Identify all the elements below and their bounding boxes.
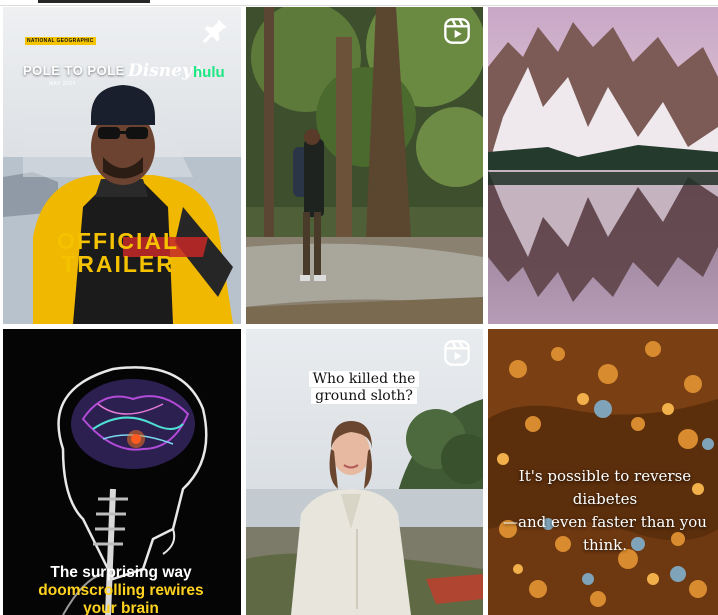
caption-line-highlight: your brain <box>83 600 159 615</box>
caption-line: —and even faster than you think. <box>503 513 707 554</box>
caption-line-text: Who killed the <box>308 371 420 387</box>
tab-divider <box>0 5 718 6</box>
reels-icon <box>444 340 470 366</box>
reel-badge <box>443 17 471 45</box>
caption-line-text: ground sloth? <box>311 388 417 404</box>
post-tile-mountain-lake[interactable] <box>488 7 718 324</box>
post-tile-doomscrolling-brain[interactable]: The surprising way doomscrolling rewires… <box>3 329 241 615</box>
posts-grid: NATIONAL GEOGRAPHIC POLE TO POLE MAY 202… <box>3 7 718 615</box>
headline-line: OFFICIAL <box>57 228 180 254</box>
caption-overlay: It's possible to reverse diabetes —and e… <box>488 465 718 557</box>
caption-line: The surprising way <box>50 564 192 581</box>
brand-logo-text: NATIONAL GEOGRAPHIC <box>25 37 96 45</box>
show-title: POLE TO POLE <box>23 63 125 78</box>
network-logo-hulu: hulu <box>193 64 225 81</box>
post-thumbnail <box>246 7 483 324</box>
caption-line: Who killed the <box>246 371 482 388</box>
caption-line: ground sloth? <box>246 388 482 405</box>
caption-line: It's possible to reverse diabetes <box>518 467 692 508</box>
headline-line: TRAILER <box>61 251 175 277</box>
caption-line-highlight: doomscrolling rewires <box>38 582 204 599</box>
tab-posts-active-indicator[interactable] <box>38 0 150 3</box>
post-tile-diabetes-cells[interactable]: It's possible to reverse diabetes —and e… <box>488 329 718 615</box>
reel-badge <box>443 339 471 367</box>
post-thumbnail <box>488 7 718 324</box>
pin-icon <box>203 19 227 43</box>
post-tile-ground-sloth-reel[interactable]: Who killed the ground sloth? <box>246 329 483 615</box>
reels-icon <box>444 18 470 44</box>
post-tile-hiker-forest-reel[interactable] <box>246 7 483 324</box>
post-tile-pole-to-pole-trailer[interactable]: NATIONAL GEOGRAPHIC POLE TO POLE MAY 202… <box>3 7 241 324</box>
pinned-post-badge <box>201 17 229 45</box>
release-date: MAY 2025 <box>49 81 76 87</box>
trailer-headline: OFFICIAL TRAILER <box>57 230 179 276</box>
video-caption: Who killed the ground sloth? <box>246 371 482 405</box>
profile-tab-bar <box>0 0 718 6</box>
